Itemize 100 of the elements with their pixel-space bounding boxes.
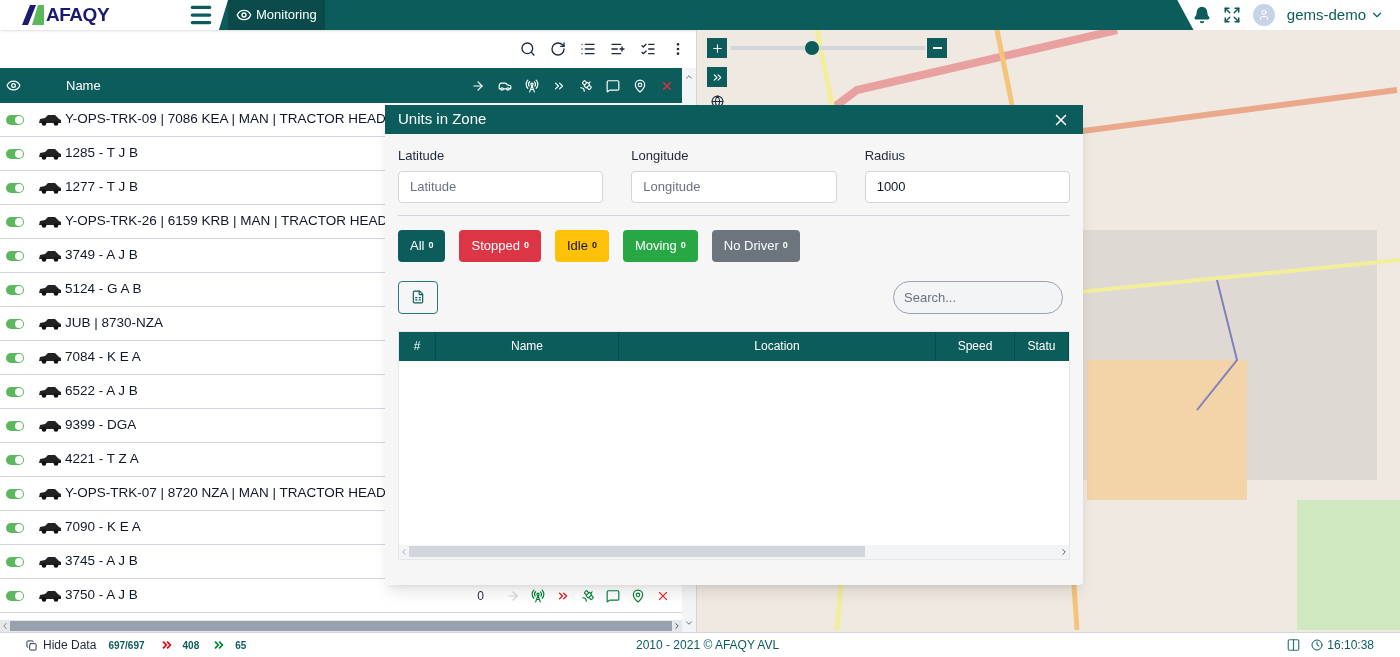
unit-name[interactable]: Y-OPS-TRK-09 | 7086 KEA | MAN | TRACTOR HEAD [65,109,386,130]
unit-name[interactable]: 5124 - G A B [65,279,142,300]
status-filter-button[interactable]: All 0 [398,229,446,262]
scroll-right-icon[interactable] [672,621,682,631]
scroll-down-icon[interactable] [684,618,694,628]
toggle-switch[interactable] [6,148,24,159]
search-icon[interactable] [520,41,536,57]
unit-name[interactable]: JUB | 8730-NZA [65,313,164,334]
logo-mark-icon [22,5,44,25]
car-icon [38,521,62,534]
spreadsheet-icon [411,290,425,304]
status-filter-button[interactable]: Idle 0 [554,229,609,262]
zoom-in-button[interactable] [707,38,727,58]
stopped-count: 408 [182,638,200,653]
moving-count: 65 [235,638,247,653]
unit-name[interactable]: 1277 - T J B [65,177,139,198]
clock-time: 16:10:38 [1327,637,1374,654]
car-icon [38,351,62,364]
field-label: Longitude [631,147,690,165]
copyright-text: 2010 - 2021 © AFAQY AVL [636,637,780,654]
unit-name[interactable]: 4221 - T Z A [65,449,139,470]
unit-name[interactable]: 7084 - K E A [65,347,141,368]
field-label: Latitude [398,147,446,165]
toggle-switch[interactable] [6,352,24,363]
toggle-switch[interactable] [6,284,24,295]
toggle-switch[interactable] [6,420,24,431]
car-icon [38,249,62,262]
unit-name[interactable]: 6522 - A J B [65,381,138,402]
toggle-switch[interactable] [6,318,24,329]
unit-name[interactable]: 9399 - DGA [65,415,137,436]
zoom-slider[interactable] [731,41,925,55]
toggle-switch[interactable] [6,522,24,533]
refresh-icon[interactable] [550,41,566,57]
antenna-icon[interactable] [525,78,539,93]
dialog-title: Units in Zone [398,109,487,130]
hide-data-button[interactable]: Hide Data [26,636,97,654]
input-field[interactable]: Latitude [398,170,604,203]
car-icon [38,453,62,466]
car-icon [38,589,62,602]
scroll-up-icon[interactable] [684,72,694,82]
search-field[interactable]: Search... [893,280,1063,314]
status-filter-button[interactable]: No Driver 0 [711,229,800,262]
toggle-switch[interactable] [6,114,24,125]
toggle-switch[interactable] [6,250,24,261]
horizontal-scrollbar[interactable] [399,544,1069,559]
minus-icon [932,47,942,49]
car-icon [38,487,62,500]
car-icon [38,181,62,194]
satellite-icon [581,588,595,603]
unit-name[interactable]: 1285 - T J B [65,143,139,164]
column-header[interactable]: Name [436,331,619,361]
satellite-icon[interactable] [579,78,593,93]
car-icon [38,555,62,568]
unit-count: 697/697 [108,638,145,653]
monitoring-tab[interactable]: Monitoring [228,0,325,30]
list-add-icon[interactable] [610,41,626,57]
eye-icon [236,7,252,23]
input-field[interactable]: Longitude [631,170,837,203]
car-icon [38,147,62,160]
horizontal-scrollbar[interactable] [0,620,682,632]
list-icon[interactable] [580,41,596,57]
logo-text: AFAQY [46,2,110,27]
layout-icon[interactable] [1286,638,1302,652]
fullscreen-icon[interactable] [1222,6,1241,24]
unit-name[interactable]: 7090 - K E A [65,517,141,538]
pin-icon[interactable] [633,78,647,93]
message-icon [606,588,620,603]
export-excel-button[interactable] [398,280,438,314]
list-check-icon[interactable] [640,41,656,57]
car-icon [38,113,62,126]
car-icon [38,215,62,228]
status-filter-button[interactable]: Stopped 0 [459,229,541,262]
zoom-out-button[interactable] [927,38,947,58]
unit-name[interactable]: 3749 - A J B [65,245,138,266]
eye-icon[interactable] [6,78,21,93]
notification-icon[interactable] [1192,6,1211,24]
scroll-right-icon[interactable] [1059,546,1069,557]
toggle-switch[interactable] [6,556,24,567]
expand-button[interactable] [707,67,727,87]
toggle-switch[interactable] [6,182,24,193]
plus-icon [710,41,724,55]
toggle-switch[interactable] [6,488,24,499]
toggle-switch[interactable] [6,590,24,601]
toggle-switch[interactable] [6,386,24,397]
column-header[interactable]: Statu [1015,331,1069,361]
unit-name[interactable]: 3750 - A J B [65,585,138,606]
car-icon [38,419,62,432]
column-header[interactable]: Location [619,331,936,361]
globe-icon[interactable] [711,95,724,108]
pin-icon [631,588,645,603]
unit-name[interactable]: Y-OPS-TRK-07 | 8720 NZA | MAN | TRACTOR HEAD [65,483,386,504]
unit-name[interactable]: 3745 - A J B [65,551,138,572]
input-field[interactable]: 1000 [864,170,1070,203]
antenna-icon [531,588,545,603]
column-header[interactable]: # [399,331,436,361]
toggle-switch[interactable] [6,216,24,227]
message-icon[interactable] [606,78,620,93]
column-header[interactable]: Speed [936,331,1015,361]
column-header[interactable]: Name [66,75,101,96]
toggle-switch[interactable] [6,454,24,465]
